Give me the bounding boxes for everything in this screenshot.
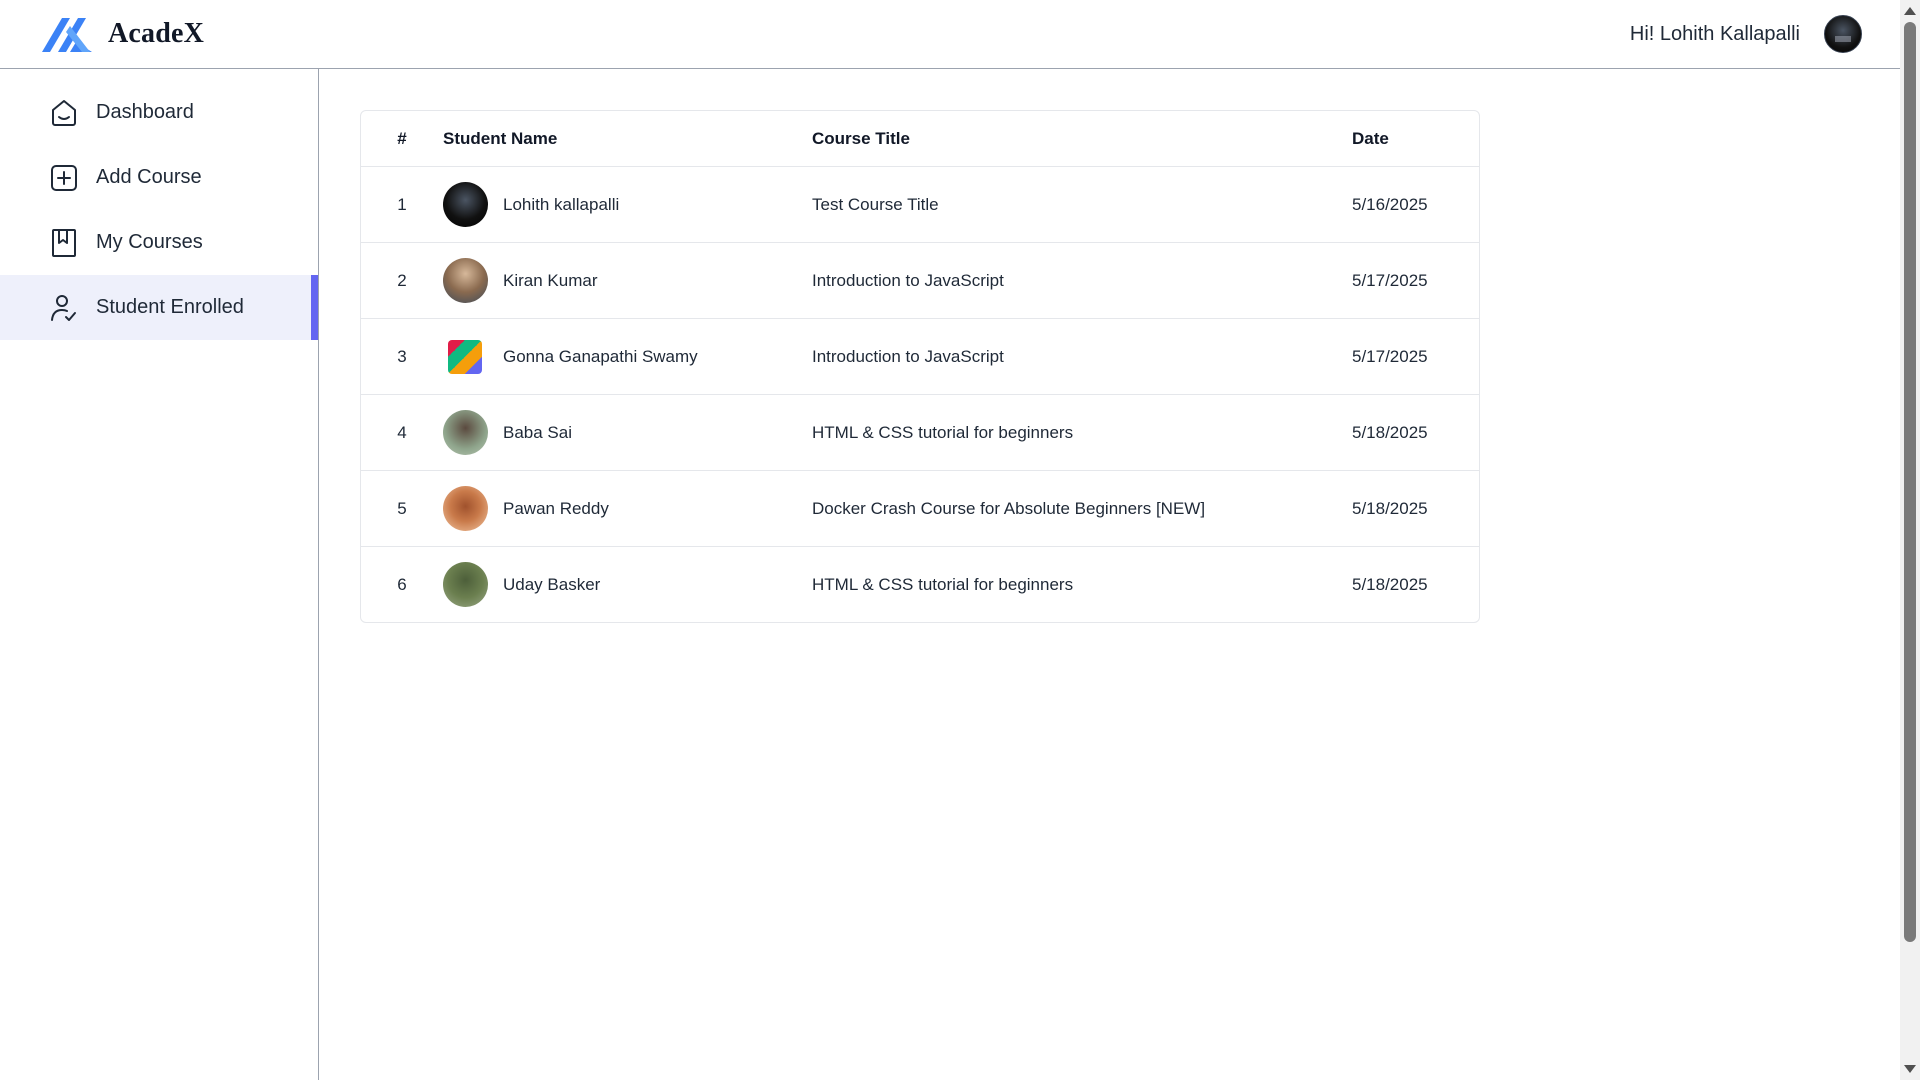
enrollment-date: 5/18/2025 (1352, 470, 1479, 547)
column-header-course-title: Course Title (812, 111, 1352, 167)
table-row: 6 Uday Basker HTML & CSS tutorial for be… (361, 547, 1479, 623)
person-check-icon (51, 294, 76, 321)
brand-name: AcadeX (108, 18, 205, 49)
row-number: 3 (361, 318, 443, 395)
brand[interactable]: AcadeX (40, 14, 204, 54)
student-name: Baba Sai (503, 422, 572, 442)
student-name: Lohith kallapalli (503, 194, 620, 214)
course-title: HTML & CSS tutorial for beginners (812, 574, 1074, 594)
table-header-row: # Student Name Course Title Date (361, 111, 1479, 167)
enrolled-students-table: # Student Name Course Title Date 1 Lohit… (361, 111, 1479, 622)
scroll-down-arrow-icon[interactable] (1904, 1065, 1916, 1073)
student-avatar (443, 562, 488, 607)
student-name: Gonna Ganapathi Swamy (503, 346, 698, 366)
student-avatar (448, 339, 482, 374)
table-row: 3 Gonna Ganapathi Swamy Introduction to … (361, 318, 1479, 395)
enrolled-students-table-card: # Student Name Course Title Date 1 Lohit… (360, 110, 1480, 623)
column-header-student-name: Student Name (443, 111, 812, 167)
student-name: Pawan Reddy (503, 498, 609, 518)
row-number: 4 (361, 394, 443, 471)
sidebar-item-student-enrolled[interactable]: Student Enrolled (0, 275, 318, 340)
row-number: 6 (397, 574, 407, 594)
student-name: Uday Basker (503, 574, 601, 594)
sidebar-item-label: Student Enrolled (96, 296, 244, 318)
sidebar-item-my-courses[interactable]: My Courses (0, 210, 318, 275)
top-navbar: AcadeX Hi! Lohith Kallapalli (0, 0, 1900, 69)
home-icon (52, 99, 76, 126)
course-title: Introduction to JavaScript (812, 242, 1352, 319)
student-avatar (443, 182, 488, 227)
sidebar: Dashboard Add Course My Courses Student … (0, 69, 319, 1080)
course-title: Test Course Title (812, 166, 1352, 243)
course-title: Introduction to JavaScript (812, 318, 1352, 395)
scroll-up-arrow-icon[interactable] (1904, 7, 1916, 15)
scrollbar-thumb[interactable] (1904, 22, 1916, 942)
acadex-logo-icon (42, 18, 92, 52)
student-avatar (443, 410, 488, 455)
column-header-date: Date (1352, 111, 1479, 167)
sidebar-item-label: My Courses (96, 231, 203, 253)
sidebar-item-label: Add Course (96, 166, 202, 188)
add-icon (51, 164, 77, 191)
student-name: Kiran Kumar (503, 270, 598, 290)
student-avatar (443, 258, 488, 303)
table-row: 4 Baba Sai HTML & CSS tutorial for begin… (361, 394, 1479, 471)
table-row: 2 Kiran Kumar Introduction to JavaScript… (361, 242, 1479, 319)
enrollment-date: 5/17/2025 (1352, 318, 1479, 395)
enrollment-date: 5/17/2025 (1352, 242, 1479, 319)
sidebar-item-dashboard[interactable]: Dashboard (0, 80, 318, 145)
table-row: 1 Lohith kallapalli Test Course Title 5/… (361, 166, 1479, 243)
sidebar-item-add-course[interactable]: Add Course (0, 145, 318, 210)
table-row: 5 Pawan Reddy Docker Crash Course for Ab… (361, 470, 1479, 547)
course-title: Docker Crash Course for Absolute Beginne… (812, 470, 1352, 547)
vertical-scrollbar[interactable] (1900, 0, 1920, 1080)
sidebar-item-label: Dashboard (96, 101, 194, 123)
row-number: 5 (361, 470, 443, 547)
user-avatar[interactable] (1824, 15, 1862, 53)
row-number: 2 (361, 242, 443, 319)
user-greeting: Hi! Lohith Kallapalli (1629, 22, 1800, 45)
enrollment-date: 5/18/2025 (1352, 394, 1479, 471)
enrollment-date: 5/16/2025 (1352, 166, 1479, 243)
column-header-number: # (361, 111, 443, 167)
course-title: HTML & CSS tutorial for beginners (812, 394, 1352, 471)
row-number: 1 (361, 166, 443, 243)
enrollment-date: 5/18/2025 (1352, 574, 1428, 594)
bookmark-icon (52, 228, 76, 257)
user-area: Hi! Lohith Kallapalli (1630, 15, 1862, 53)
student-avatar (443, 486, 488, 531)
